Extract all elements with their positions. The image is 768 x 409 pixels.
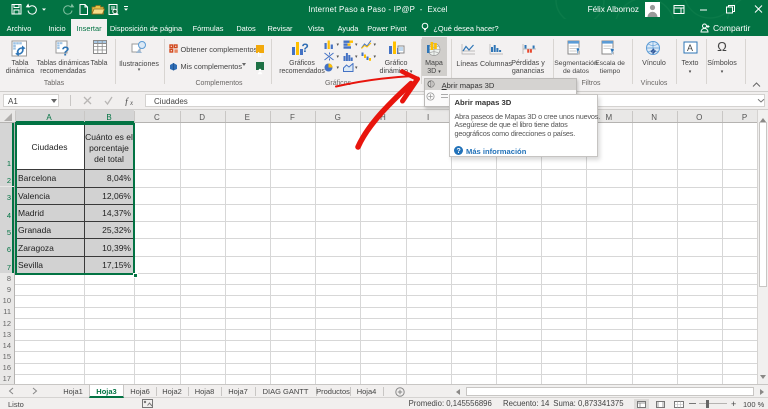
svg-text:?: ?: [302, 41, 309, 55]
svg-text:?: ?: [457, 148, 461, 155]
svg-text:?: ?: [62, 44, 70, 58]
svg-text:A: A: [687, 43, 693, 53]
svg-text:x: x: [129, 99, 134, 106]
svg-text:b: b: [257, 50, 261, 57]
svg-text:f: f: [125, 97, 129, 106]
